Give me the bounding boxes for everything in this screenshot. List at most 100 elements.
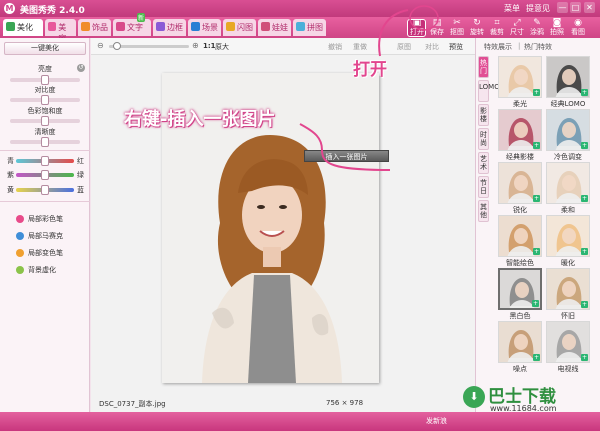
share-weibo-button[interactable]: 发新浪 — [426, 416, 447, 426]
brightness-thumb[interactable] — [41, 75, 49, 85]
minimize-button[interactable]: — — [557, 2, 568, 13]
add-effect-icon[interactable]: + — [533, 142, 540, 149]
saturation-label: 色彩饱和度 — [27, 107, 63, 115]
vtab-hot[interactable]: 热门 — [478, 56, 489, 78]
yellow-blue-thumb[interactable] — [41, 185, 49, 195]
zoom-ratio[interactable]: 1:1 — [203, 42, 216, 50]
sharpness-thumb[interactable] — [41, 137, 49, 147]
divider — [0, 150, 90, 151]
reset-icon[interactable]: ↺ — [77, 64, 85, 72]
saturation-thumb[interactable] — [41, 116, 49, 126]
add-effect-icon[interactable]: + — [581, 301, 588, 308]
vtab-other[interactable]: 其他 — [478, 200, 489, 222]
vtab-fashion[interactable]: 时尚 — [478, 128, 489, 150]
tab-accessory[interactable]: 饰品 — [78, 19, 111, 36]
viewer-button[interactable]: ◉ 看图 — [568, 18, 588, 38]
brightness-slider[interactable] — [10, 75, 80, 85]
menu-main[interactable]: 菜单 — [504, 3, 520, 14]
recolor-pen-icon — [16, 249, 24, 257]
maximize-button[interactable]: □ — [570, 2, 581, 13]
sharpness-slider[interactable] — [10, 137, 80, 147]
effect-label: 经典LOMO — [550, 100, 586, 108]
effect-thumbnail: + — [546, 56, 590, 98]
effect-card[interactable]: + 暖化 — [546, 215, 590, 267]
effect-thumbnail: + — [498, 56, 542, 98]
contrast-slider[interactable] — [10, 95, 80, 105]
tab-scene[interactable]: 场景 — [188, 19, 221, 36]
effect-label: 黑白色 — [509, 312, 531, 320]
magenta-green-slider[interactable] — [16, 170, 74, 180]
local-color-pen[interactable]: 局部彩色笔 — [16, 214, 63, 224]
cosmetic-icon — [48, 22, 57, 31]
effect-card[interactable]: + 经典影楼 — [498, 109, 542, 161]
effect-thumbnail: + — [498, 215, 542, 257]
local-mosaic[interactable]: 局部马赛克 — [16, 231, 63, 241]
effect-card[interactable]: + 黑白色 — [498, 268, 542, 320]
tab-cosmetic[interactable]: 美容 — [45, 19, 76, 43]
effect-card[interactable]: + 锐化 — [498, 162, 542, 214]
undo-button[interactable]: 撤销 — [328, 42, 342, 52]
zoom-thumb[interactable] — [113, 42, 121, 50]
add-effect-icon[interactable]: + — [533, 354, 540, 361]
tab-text[interactable]: 文字 新 — [113, 13, 151, 36]
add-effect-icon[interactable]: + — [581, 248, 588, 255]
background-blur[interactable]: 背景虚化 — [16, 265, 56, 275]
effects-panel: 特效展示 | 热门特效 热门 LOMO 影楼 时尚 艺术 节日 其他 + 柔光 + 经… — [475, 38, 600, 412]
crop-button[interactable]: ⌗ 裁剪 — [488, 18, 506, 38]
effect-thumbnail: + — [498, 109, 542, 151]
cutout-button[interactable]: ✂ 抠图 — [448, 18, 466, 38]
add-effect-icon[interactable]: + — [533, 89, 540, 96]
add-effect-icon[interactable]: + — [581, 89, 588, 96]
cyan-red-slider[interactable] — [16, 156, 74, 166]
magenta-green-thumb[interactable] — [41, 170, 49, 180]
doodle-button[interactable]: ✎ 涂鸦 — [528, 18, 546, 38]
effect-card[interactable]: + 怀旧 — [546, 268, 590, 320]
effect-card[interactable]: + 噪点 — [498, 321, 542, 373]
add-effect-icon[interactable]: + — [533, 248, 540, 255]
auto-beautify-button[interactable]: 一键美化 — [4, 42, 86, 55]
vtab-lomo[interactable]: LOMO — [478, 80, 500, 102]
resize-button[interactable]: ⤢ 尺寸 — [508, 18, 526, 38]
redo-button[interactable]: 重做 — [353, 42, 367, 52]
contrast-thumb[interactable] — [41, 95, 49, 105]
tab-beautify[interactable]: 美化 — [3, 19, 43, 36]
tab-doll[interactable]: 娃娃 — [258, 19, 291, 36]
tab-frame[interactable]: 边框 — [153, 19, 186, 36]
blue-label: 蓝 — [77, 186, 84, 194]
menu-feedback[interactable]: 提意见 — [526, 3, 550, 14]
tab-collage[interactable]: 拼图 — [293, 19, 326, 36]
effect-card[interactable]: + 电视线 — [546, 321, 590, 373]
yellow-blue-slider[interactable] — [16, 185, 74, 195]
vtab-art[interactable]: 艺术 — [478, 152, 489, 174]
zoom-out-icon[interactable]: ⊖ — [97, 41, 104, 50]
beautify-icon — [6, 22, 15, 31]
preview-button[interactable]: 预览 — [449, 42, 463, 52]
vtab-festival[interactable]: 节日 — [478, 176, 489, 198]
saturation-slider[interactable] — [10, 116, 80, 126]
close-button[interactable]: ✕ — [584, 2, 595, 13]
effect-card[interactable]: + 经典LOMO — [546, 56, 590, 108]
effect-card[interactable]: + 智能绘色 — [498, 215, 542, 267]
add-effect-icon[interactable]: + — [532, 300, 539, 307]
camera-button[interactable]: ◙ 拍照 — [548, 18, 566, 38]
add-effect-icon[interactable]: + — [581, 142, 588, 149]
cyan-red-thumb[interactable] — [41, 156, 49, 166]
rotate-button[interactable]: ↻ 旋转 — [468, 18, 486, 38]
effect-card[interactable]: + 冷色调变 — [546, 109, 590, 161]
sharpness-label: 清晰度 — [34, 128, 56, 136]
site-watermark: ⬇ 巴士下载 www.11684.com — [460, 380, 600, 428]
local-recolor-pen[interactable]: 局部变色笔 — [16, 248, 63, 258]
original-size-button[interactable]: 原大 — [215, 42, 229, 52]
add-effect-icon[interactable]: + — [581, 354, 588, 361]
add-effect-icon[interactable]: + — [533, 195, 540, 202]
zoom-in-icon[interactable]: ⊕ — [192, 41, 199, 50]
effect-card[interactable]: + 柔光 — [498, 56, 542, 108]
vtab-studio[interactable]: 影楼 — [478, 104, 489, 126]
add-effect-icon[interactable]: + — [581, 195, 588, 202]
zoom-slider[interactable] — [109, 42, 189, 50]
tab-effects-show[interactable]: 特效展示 — [484, 42, 512, 52]
tab-flash[interactable]: 闪图 — [223, 19, 256, 36]
red-label: 红 — [77, 157, 84, 165]
effect-card[interactable]: + 柔和 — [546, 162, 590, 214]
tab-hot-effects[interactable]: 热门特效 — [524, 42, 552, 52]
